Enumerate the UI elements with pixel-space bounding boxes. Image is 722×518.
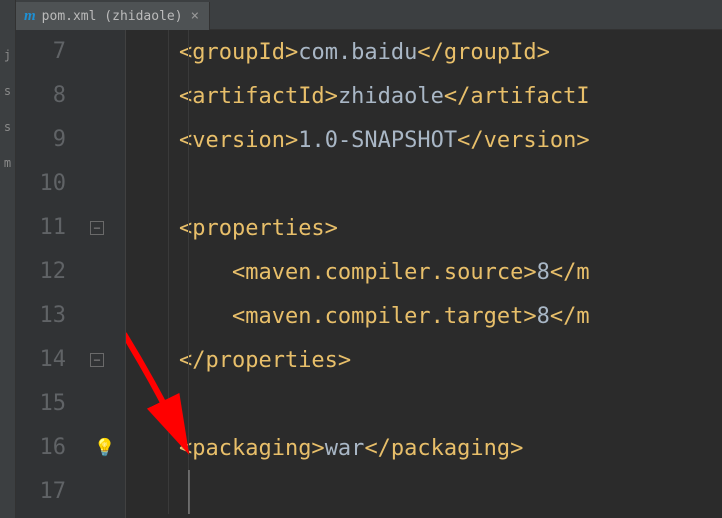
code-line: <maven.compiler.target>8</m <box>126 294 722 338</box>
tab-label: pom.xml (zhidaole) <box>42 9 183 24</box>
stripe-char: s <box>0 84 15 98</box>
code-content[interactable]: <groupId>com.baidu</groupId> <artifactId… <box>126 30 722 518</box>
line-number: 7 <box>16 30 66 74</box>
line-number: 17 <box>16 470 66 514</box>
code-line <box>126 470 722 514</box>
line-number: 16 <box>16 426 66 470</box>
maven-file-icon: m <box>24 9 36 24</box>
line-number: 15 <box>16 382 66 426</box>
code-line <box>126 162 722 206</box>
tab-pom-xml[interactable]: m pom.xml (zhidaole) × <box>16 2 210 30</box>
code-editor[interactable]: 7 8 9 10 11 12 13 14 15 16 17 − − 💡 <gro… <box>16 30 722 518</box>
tool-window-stripe[interactable]: j s s m <box>0 0 16 518</box>
fold-gutter[interactable]: − − 💡 <box>84 30 126 518</box>
line-number: 14 <box>16 338 66 382</box>
indent-guide <box>168 30 169 514</box>
line-number: 11 <box>16 206 66 250</box>
stripe-char: j <box>0 48 15 62</box>
close-icon[interactable]: × <box>189 9 201 23</box>
code-line: <artifactId>zhidaole</artifactI <box>126 74 722 118</box>
code-line <box>126 382 722 426</box>
line-number: 9 <box>16 118 66 162</box>
code-line: <maven.compiler.source>8</m <box>126 250 722 294</box>
line-number-gutter[interactable]: 7 8 9 10 11 12 13 14 15 16 17 <box>16 30 84 518</box>
code-line: <packaging>war</packaging> <box>126 426 722 470</box>
fold-toggle-icon[interactable]: − <box>90 353 104 367</box>
code-line: <properties> <box>126 206 722 250</box>
indent-guide <box>188 30 189 514</box>
code-line: </properties> <box>126 338 722 382</box>
line-number: 13 <box>16 294 66 338</box>
code-line: <groupId>com.baidu</groupId> <box>126 30 722 74</box>
editor-tab-bar: m pom.xml (zhidaole) × <box>16 0 722 30</box>
code-line: <version>1.0-SNAPSHOT</version> <box>126 118 722 162</box>
intention-bulb-icon[interactable]: 💡 <box>94 438 115 458</box>
fold-toggle-icon[interactable]: − <box>90 221 104 235</box>
stripe-char: s <box>0 120 15 134</box>
stripe-char: m <box>0 156 15 170</box>
line-number: 10 <box>16 162 66 206</box>
caret <box>188 470 190 514</box>
line-number: 8 <box>16 74 66 118</box>
line-number: 12 <box>16 250 66 294</box>
